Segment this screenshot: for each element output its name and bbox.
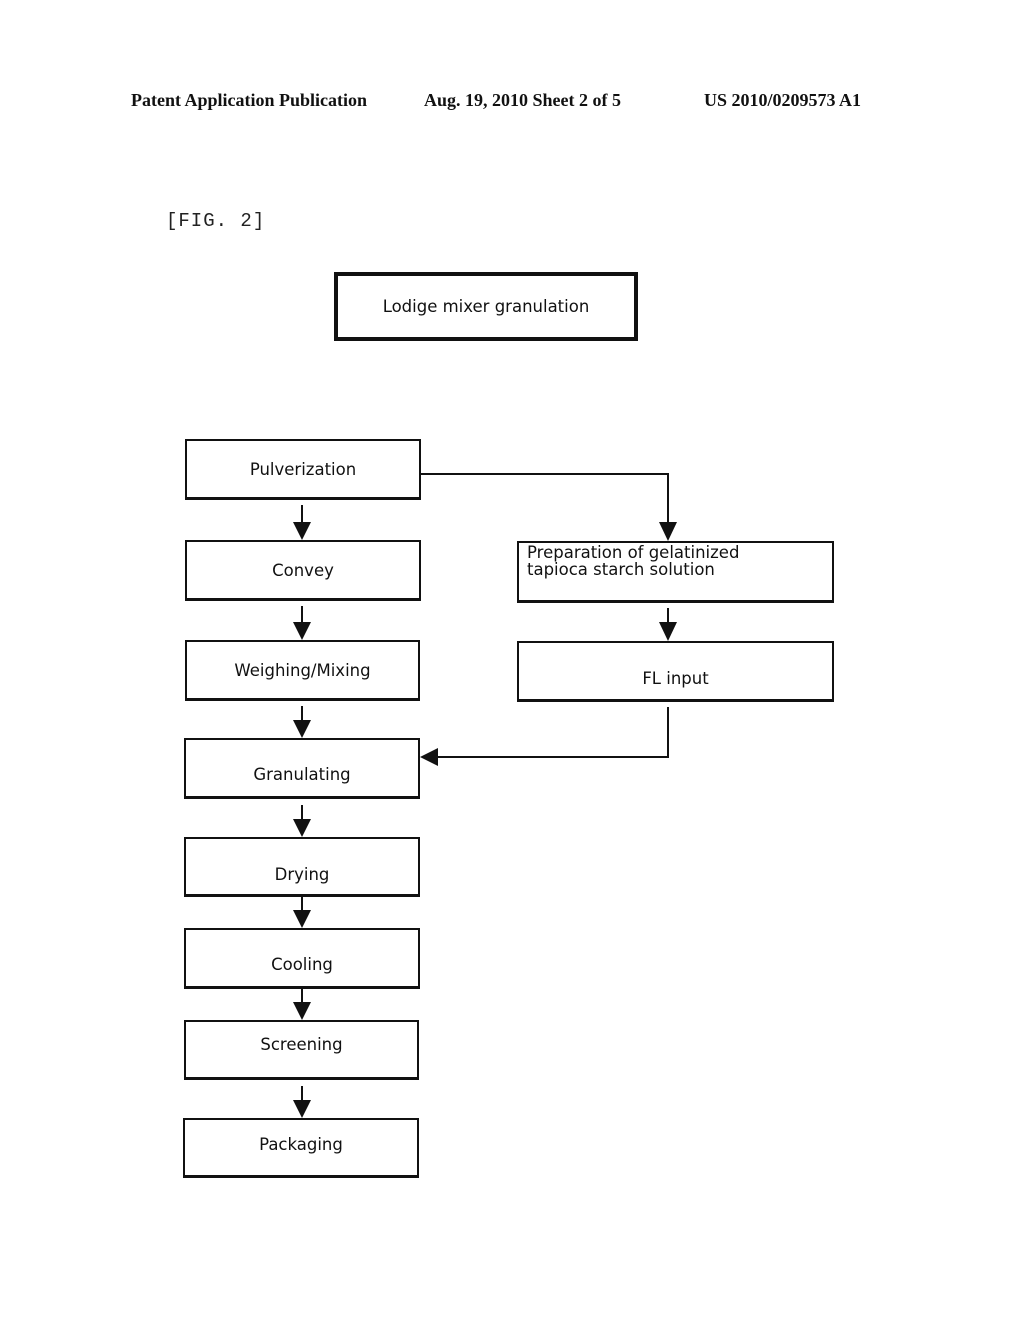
arrow-pulverization-to-convey xyxy=(293,505,311,540)
step-label: FL input xyxy=(642,668,709,688)
step-label: Convey xyxy=(272,560,334,580)
step-pulverization: Pulverization xyxy=(185,439,421,500)
date-sheet-label: Aug. 19, 2010 Sheet 2 of 5 xyxy=(424,90,621,110)
step-weighing-mixing: Weighing/Mixing xyxy=(185,640,420,701)
step-label: Packaging xyxy=(259,1135,343,1154)
step-fl-input: FL input xyxy=(517,641,834,702)
step-granulating: Granulating xyxy=(184,738,420,799)
arrow-fl-input-to-granulating xyxy=(420,707,669,766)
arrow-pulverization-to-preparation xyxy=(421,473,677,541)
publication-label: Patent Application Publication xyxy=(131,90,368,110)
arrow-preparation-to-fl-input xyxy=(659,608,677,641)
arrow-weighing-to-granulating xyxy=(293,706,311,738)
step-preparation-starch-solution: Preparation of gelatinized tapioca starc… xyxy=(517,541,834,603)
step-label: Screening xyxy=(260,1035,343,1054)
arrow-granulating-to-drying xyxy=(293,805,311,837)
step-label: Preparation of gelatinized tapioca starc… xyxy=(527,543,740,579)
step-label: Granulating xyxy=(253,764,351,784)
arrow-convey-to-weighing xyxy=(293,606,311,640)
diagram-title: Lodige mixer granulation xyxy=(382,297,590,316)
step-convey: Convey xyxy=(185,540,421,601)
arrow-drying-to-cooling xyxy=(293,897,311,928)
connectors xyxy=(293,473,677,1118)
step-screening: Screening xyxy=(184,1020,419,1080)
step-drying: Drying xyxy=(184,837,420,897)
step-label: Weighing/Mixing xyxy=(234,660,371,680)
figure-label: [FIG. 2] xyxy=(166,210,266,232)
arrow-cooling-to-screening xyxy=(293,989,311,1020)
arrow-screening-to-packaging xyxy=(293,1086,311,1118)
step-label: Drying xyxy=(274,865,330,884)
step-label: Cooling xyxy=(271,954,333,974)
step-packaging: Packaging xyxy=(183,1118,419,1178)
step-cooling: Cooling xyxy=(184,928,420,989)
patent-number: US 2010/0209573 A1 xyxy=(704,90,862,110)
step-label: Pulverization xyxy=(249,459,357,479)
diagram-title-box: Lodige mixer granulation xyxy=(334,272,638,341)
